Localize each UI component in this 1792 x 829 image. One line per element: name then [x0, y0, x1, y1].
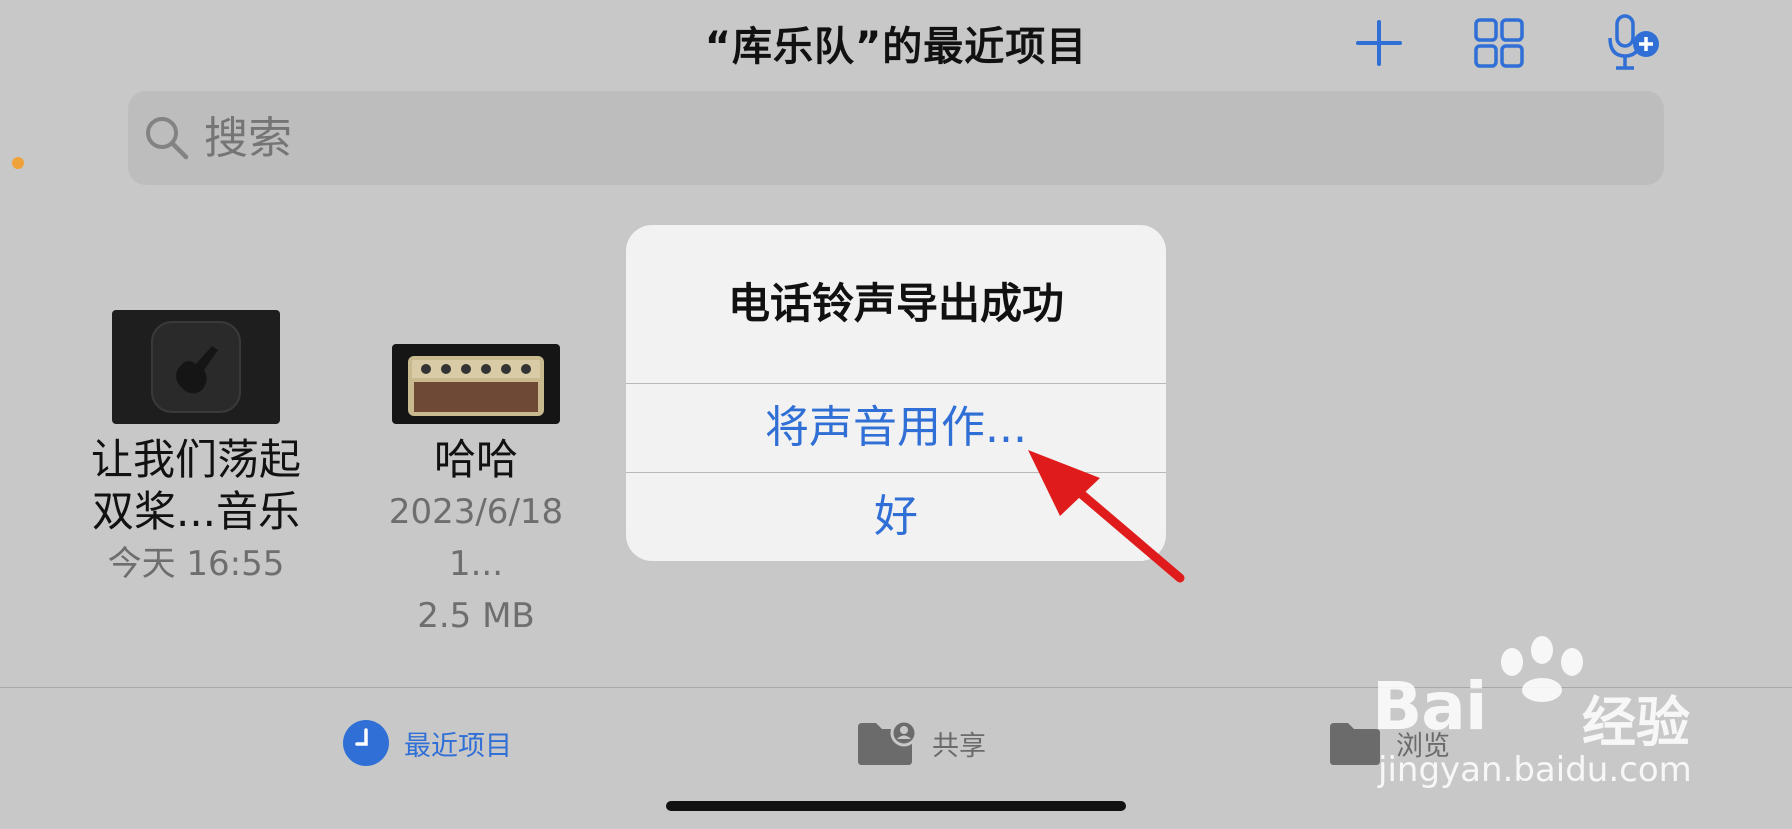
tab-label: 最近项目 [404, 730, 512, 762]
watermark: Bai 经验 jingyan.baidu.com [1372, 632, 1702, 792]
file-date: 2023/6/18 1... [388, 492, 564, 584]
file-size: 2.5 MB [417, 596, 535, 636]
file-item[interactable]: 哈哈 2023/6/18 1... 2.5 MB [358, 310, 594, 642]
watermark-brand-cn: 经验 [1582, 691, 1690, 754]
file-name: 让我们荡起 [90, 435, 301, 484]
search-input[interactable] [202, 91, 1506, 187]
amp-thumbnail-icon [392, 344, 560, 424]
watermark-brand: Bai [1372, 668, 1487, 745]
file-name: 哈哈 [433, 435, 518, 484]
file-date: 今天 16:55 [107, 544, 285, 584]
search-bar[interactable] [128, 91, 1664, 187]
file-name: 双桨...音乐 [91, 487, 301, 536]
dialog-title: 电话铃声导出成功 [727, 279, 1064, 328]
grid-view-icon[interactable] [1470, 14, 1528, 72]
watermark-url: jingyan.baidu.com [1378, 750, 1692, 790]
tab-label: 共享 [932, 730, 986, 762]
search-icon [142, 113, 192, 163]
shared-folder-icon [858, 719, 918, 765]
home-indicator [666, 801, 1126, 811]
tab-shared[interactable]: 共享 [856, 716, 986, 770]
clock-icon [343, 720, 389, 766]
microphone-add-icon[interactable] [1604, 14, 1662, 72]
annotation-arrow-icon [1028, 450, 1185, 583]
tab-recents[interactable]: 最近项目 [342, 716, 512, 770]
plus-icon[interactable] [1350, 14, 1408, 72]
garageband-guitar-icon [112, 310, 280, 424]
status-dot [12, 157, 24, 169]
file-item[interactable]: 让我们荡起 双桨...音乐 今天 16:55 [78, 310, 314, 590]
